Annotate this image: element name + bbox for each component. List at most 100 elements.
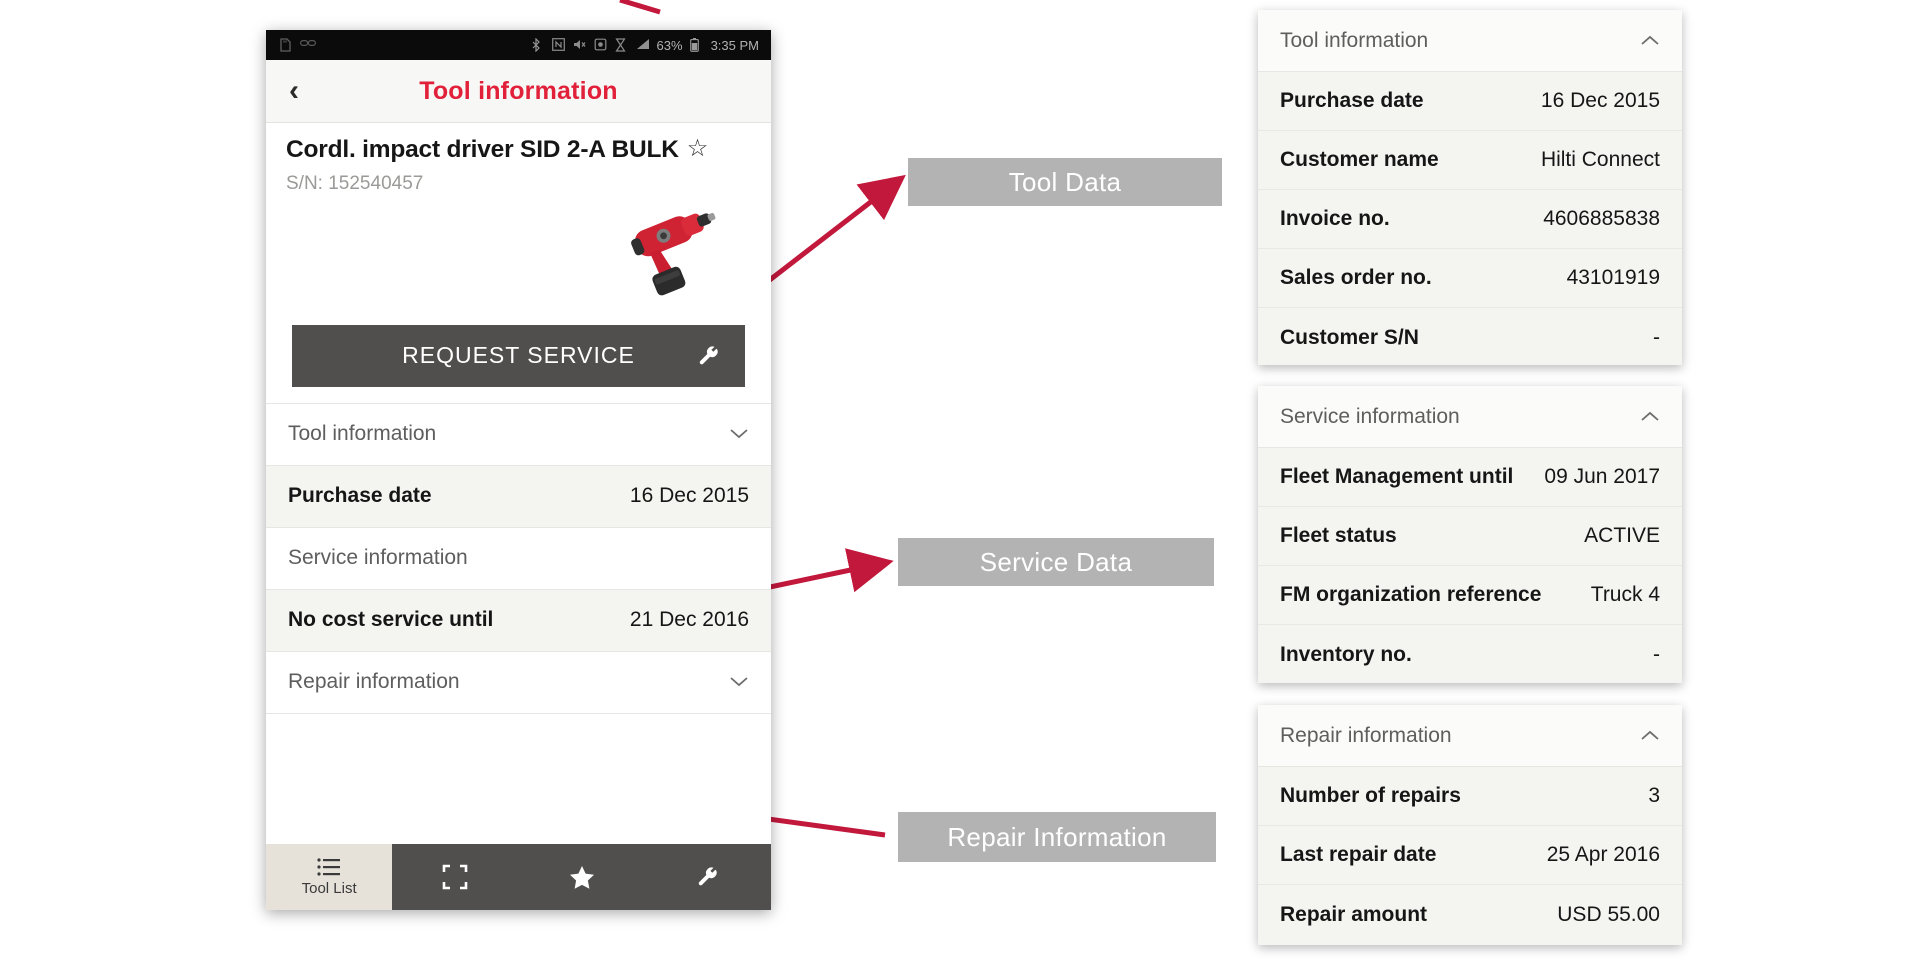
row-key: Customer S/N	[1280, 325, 1419, 349]
android-status-bar: 63% 3:35 PM	[266, 30, 771, 60]
panel-row: Customer S/N -	[1258, 308, 1682, 367]
request-service-button[interactable]: REQUEST SERVICE	[292, 324, 745, 387]
wrench-icon	[697, 344, 721, 368]
bottom-navigation: Tool List	[266, 844, 771, 910]
callout-tool-data: Tool Data	[908, 158, 1222, 206]
phone-row-repair-information[interactable]: Repair information	[266, 651, 771, 714]
row-value: ACTIVE	[1584, 524, 1660, 547]
panel-title: Service information	[1280, 404, 1460, 428]
phone-row-list: Tool information Purchase date 16 Dec 20…	[266, 403, 771, 714]
chevron-up-icon	[1640, 35, 1660, 47]
panel-title: Repair information	[1280, 723, 1452, 747]
alarm-icon	[594, 38, 608, 52]
row-key: FM organization reference	[1280, 583, 1542, 606]
panel-row: Invoice no. 4606885838	[1258, 190, 1682, 249]
row-key: Customer name	[1280, 148, 1439, 171]
row-key: Number of repairs	[1280, 784, 1461, 807]
panel-header[interactable]: Tool information	[1258, 10, 1682, 72]
panel-row: Inventory no. -	[1258, 625, 1682, 684]
row-key: Sales order no.	[1280, 266, 1432, 289]
panel-tool-information: Tool information Purchase date 16 Dec 20…	[1258, 10, 1682, 365]
row-key: Inventory no.	[1280, 642, 1412, 666]
tool-serial-label: S/N: 152540457	[286, 172, 424, 194]
panel-row: Fleet status ACTIVE	[1258, 507, 1682, 566]
phone-mockup: 63% 3:35 PM ‹ Tool information Cordl. im…	[266, 30, 771, 910]
row-key: Invoice no.	[1280, 207, 1390, 230]
row-value: Hilti Connect	[1540, 148, 1660, 171]
row-key: Last repair date	[1280, 843, 1437, 866]
link-icon	[300, 38, 316, 52]
list-icon	[317, 857, 341, 876]
sd-card-icon	[278, 38, 292, 52]
impact-driver-image	[606, 193, 741, 311]
request-service-label: REQUEST SERVICE	[402, 342, 635, 369]
back-button[interactable]: ‹	[266, 76, 322, 106]
row-key: Purchase date	[288, 484, 432, 508]
panel-header[interactable]: Repair information	[1258, 705, 1682, 767]
row-value: -	[1653, 642, 1660, 666]
nav-tab-tool-list[interactable]: Tool List	[266, 844, 393, 910]
row-key: Fleet Management until	[1280, 465, 1514, 488]
nfc-icon	[551, 38, 566, 52]
clock-label: 3:35 PM	[710, 37, 759, 53]
panel-row: FM organization reference Truck 4	[1258, 566, 1682, 625]
panel-row: Number of repairs 3	[1258, 767, 1682, 826]
phone-row-tool-information[interactable]: Tool information	[266, 403, 771, 466]
status-bar-right-icons: 63% 3:35 PM	[531, 38, 759, 53]
nav-tab-label: Tool List	[301, 879, 357, 897]
row-value: USD 55.00	[1557, 902, 1660, 926]
mute-icon	[573, 38, 587, 52]
row-value: 16 Dec 2015	[629, 484, 749, 508]
panel-row: Sales order no. 43101919	[1258, 249, 1682, 308]
phone-row-purchase-date: Purchase date 16 Dec 2015	[266, 465, 771, 528]
row-key: Fleet status	[1280, 524, 1397, 547]
arrow-top-stub	[619, 0, 661, 15]
row-key: Purchase date	[1280, 89, 1424, 112]
row-key: Repair amount	[1280, 902, 1428, 926]
callout-label: Service Data	[979, 546, 1133, 577]
row-value: 4606885838	[1543, 207, 1660, 230]
row-value: 43101919	[1566, 266, 1660, 289]
tool-name-label: Cordl. impact driver SID 2-A BULK	[286, 136, 679, 163]
tool-image-area	[266, 197, 771, 315]
nav-tab-scan[interactable]	[392, 844, 519, 910]
phone-row-service-information[interactable]: Service information	[266, 527, 771, 590]
battery-icon	[689, 38, 704, 52]
panel-row: Last repair date 25 Apr 2016	[1258, 826, 1682, 885]
panel-row: Purchase date 16 Dec 2015	[1258, 72, 1682, 131]
row-value: 3	[1648, 784, 1660, 807]
page-title: Tool information	[419, 76, 618, 105]
nav-tab-favorites[interactable]	[518, 844, 645, 910]
row-label: Service information	[288, 546, 468, 570]
panel-header[interactable]: Service information	[1258, 386, 1682, 448]
callout-label: Repair Information	[947, 821, 1167, 852]
phone-row-no-cost-service: No cost service until 21 Dec 2016	[266, 589, 771, 652]
panel-row: Customer name Hilti Connect	[1258, 131, 1682, 190]
panel-row: Fleet Management until 09 Jun 2017	[1258, 448, 1682, 507]
row-value: -	[1653, 325, 1660, 349]
chevron-down-icon	[729, 428, 749, 440]
signal-icon	[636, 38, 650, 52]
callout-repair-information: Repair Information	[898, 812, 1216, 862]
row-value: Truck 4	[1590, 583, 1660, 606]
tool-header: Cordl. impact driver SID 2-A BULK ☆ S/N:…	[266, 123, 771, 195]
row-value: 16 Dec 2015	[1540, 89, 1660, 112]
favorite-star-icon[interactable]: ☆	[687, 137, 709, 161]
panel-repair-information: Repair information Number of repairs 3 L…	[1258, 705, 1682, 945]
status-bar-left-icons	[278, 38, 316, 52]
callout-label: Tool Data	[1008, 166, 1122, 197]
nav-tab-service[interactable]	[644, 844, 771, 910]
scan-icon	[442, 864, 468, 890]
panel-title: Tool information	[1280, 28, 1429, 52]
chevron-up-icon	[1640, 411, 1660, 423]
app-bar: ‹ Tool information	[266, 60, 771, 123]
callout-service-data: Service Data	[898, 538, 1214, 586]
chevron-up-icon	[1640, 730, 1660, 742]
star-icon	[569, 865, 595, 890]
panel-row: Repair amount USD 55.00	[1258, 885, 1682, 944]
section-gap	[266, 386, 771, 404]
row-label: Tool information	[288, 422, 437, 446]
wrench-icon	[696, 865, 720, 889]
hourglass-icon	[614, 38, 629, 52]
row-value: 21 Dec 2016	[629, 608, 749, 632]
